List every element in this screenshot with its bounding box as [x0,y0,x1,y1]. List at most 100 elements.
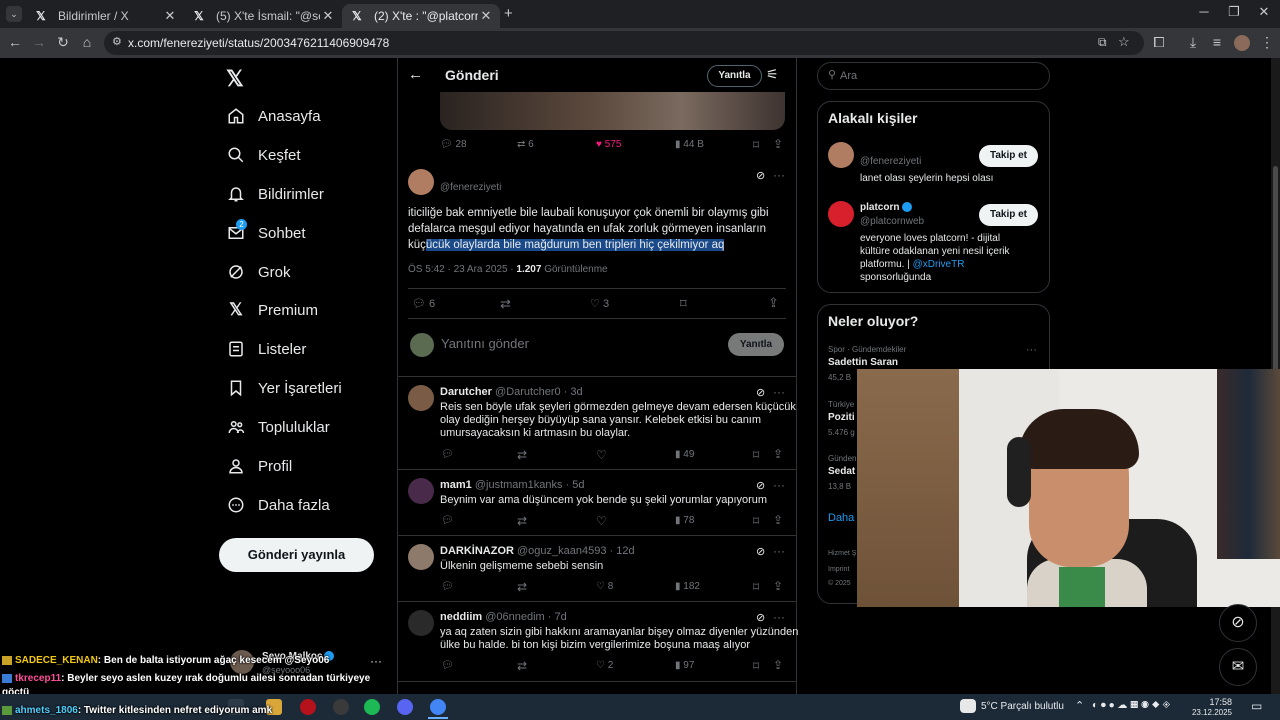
avatar[interactable] [828,142,854,168]
chevron-up-icon[interactable]: ⌃ [1075,699,1084,712]
browser-tab-1[interactable]: 𝕏 Bildirimler / X ✕ [26,4,184,28]
views-stat[interactable]: ▮ 78 [675,515,694,526]
browser-tab-3[interactable]: 𝕏 (2) X'te : "@platcornweb iticili ✕ [342,4,500,28]
close-icon[interactable]: ✕ [162,8,178,24]
bookmark-icon[interactable]: ⌑ [753,659,759,673]
reply-header-button[interactable]: Yanıtla [707,65,762,87]
reading-list-icon[interactable]: ≡ [1208,34,1226,50]
footer-link[interactable]: Hizmet Ş [828,550,856,557]
like-stat[interactable]: ♡ 2 [596,660,613,671]
like-stat[interactable]: ♡ 8 [596,581,613,592]
reply-author-name[interactable]: Darutcher [440,386,492,398]
show-more-link[interactable]: Daha [828,512,854,524]
bookmark-icon[interactable]: ⌑ [753,514,759,528]
spotify-icon[interactable] [364,699,380,715]
person-handle[interactable]: @platcornweb [860,216,924,227]
extensions-icon[interactable]: ⧠ [1150,34,1168,51]
back-icon[interactable]: ← [6,34,24,50]
reply-icon[interactable]: 💬︎ [441,660,454,671]
reply-stat[interactable]: 💬︎ 6 [412,297,435,311]
sidebar-item-notifications[interactable]: Bildirimler [226,178,324,210]
views-stat[interactable]: ▮ 49 [675,449,694,460]
repost-icon[interactable]: ⇄ [517,514,527,528]
reload-icon[interactable]: ↻ [54,34,72,51]
install-icon[interactable]: ⧉ [1098,35,1107,50]
reply-author-name[interactable]: mam1 [440,479,472,491]
x-logo-icon[interactable]: 𝕏 [226,66,244,92]
reply-input[interactable]: Yanıtını gönder [441,336,529,351]
heart-icon[interactable]: ♡ [596,448,607,462]
sidebar-item-communities[interactable]: Topluluklar [226,411,330,443]
sliders-icon[interactable]: ⚟ [766,66,779,83]
bio-link[interactable]: @xDriveTR [913,259,965,270]
person-handle[interactable]: @fenereziyeti [860,156,921,167]
avatar[interactable] [408,169,434,195]
views-stat[interactable]: ▮ 44 B [675,139,704,150]
tweet-author-handle[interactable]: @fenereziyeti [440,182,501,193]
share-icon[interactable]: ⇪ [773,513,783,527]
sidebar-item-bookmarks[interactable]: Yer İşaretleri [226,372,342,404]
download-icon[interactable]: ⤓ [1184,34,1202,51]
profile-avatar[interactable] [1234,35,1250,51]
chrome-icon[interactable] [430,699,446,715]
site-info-icon[interactable]: ⚙ [112,35,122,48]
bookmark-icon[interactable]: ⌑ [753,580,759,594]
star-icon[interactable]: ☆ [1118,34,1130,50]
sidebar-item-premium[interactable]: 𝕏 Premium [226,294,318,326]
reply-author-name[interactable]: neddiim [440,611,482,623]
reply-author-name[interactable]: DARKİNAZOR [440,545,514,557]
reply-icon[interactable]: 💬︎ [441,515,454,526]
tab-search-button[interactable]: ⌄ [6,6,22,22]
close-window-icon[interactable]: ✕ [1246,4,1280,20]
sidebar-item-profile[interactable]: Profil [226,450,292,482]
trend-name[interactable]: Poziti [828,412,855,423]
heart-icon[interactable]: ♡ [596,514,607,528]
back-arrow-icon[interactable]: ← [408,66,423,83]
avatar[interactable] [408,610,434,636]
close-icon[interactable]: ✕ [478,8,494,24]
trend-name[interactable]: Sedat [828,466,855,477]
grok-icon[interactable]: ⊘ [1219,604,1257,642]
more-icon[interactable]: ··· [773,385,785,399]
repost-stat[interactable]: ⇄ 6 [517,139,534,150]
reply-stat[interactable]: 💬︎ 28 [440,139,467,150]
opera-icon[interactable] [300,699,316,715]
reply-icon[interactable]: 💬︎ [441,581,454,592]
repost-icon[interactable]: ⇄ [517,448,527,462]
share-icon[interactable]: ⇪ [773,137,783,151]
forward-icon[interactable]: → [30,34,48,50]
grok-icon[interactable]: ⊘ [756,169,765,182]
tray-icons[interactable]: ◐ ⏺ ● ☁ ▦ ◉ ◆ ◈ [1092,700,1170,711]
grok-icon[interactable]: ⊘ [756,545,765,558]
bookmark-icon[interactable]: ⌑ [680,296,687,312]
more-icon[interactable]: ··· [773,168,785,182]
weather-text[interactable]: 5°C Parçalı bulutlu [981,701,1064,712]
share-icon[interactable]: ⇪ [773,658,783,672]
new-tab-button[interactable]: + [504,5,520,22]
sidebar-item-grok[interactable]: Grok [226,256,291,288]
repost-icon[interactable]: ⇄ [517,580,527,594]
more-icon[interactable]: ··· [773,478,785,492]
discord-icon[interactable] [397,699,413,715]
reply-icon[interactable]: 💬︎ [441,449,454,460]
sidebar-item-lists[interactable]: Listeler [226,333,306,365]
repost-icon[interactable]: ⇄ [500,296,511,312]
follow-button[interactable]: Takip et [979,145,1038,167]
avatar[interactable] [828,201,854,227]
reply-submit-button[interactable]: Yanıtla [728,333,784,356]
menu-icon[interactable]: ⋮ [1258,34,1276,51]
person-name[interactable]: platcorn [860,202,899,213]
grok-icon[interactable]: ⊘ [756,479,765,492]
grok-icon[interactable]: ⊘ [756,386,765,399]
repost-icon[interactable]: ⇄ [517,659,527,673]
clock-date[interactable]: 23.12.2025 [1190,708,1232,717]
views-stat[interactable]: ▮ 182 [675,581,700,592]
home-icon[interactable]: ⌂ [78,34,96,50]
bookmark-icon[interactable]: ⌑ [753,138,759,152]
follow-button[interactable]: Takip et [979,204,1038,226]
share-icon[interactable]: ⇪ [773,447,783,461]
search-input[interactable]: ⚲ Ara [817,62,1050,90]
share-icon[interactable]: ⇪ [768,295,779,311]
avatar[interactable] [408,385,434,411]
like-stat[interactable]: ♥ 575 [596,139,621,150]
